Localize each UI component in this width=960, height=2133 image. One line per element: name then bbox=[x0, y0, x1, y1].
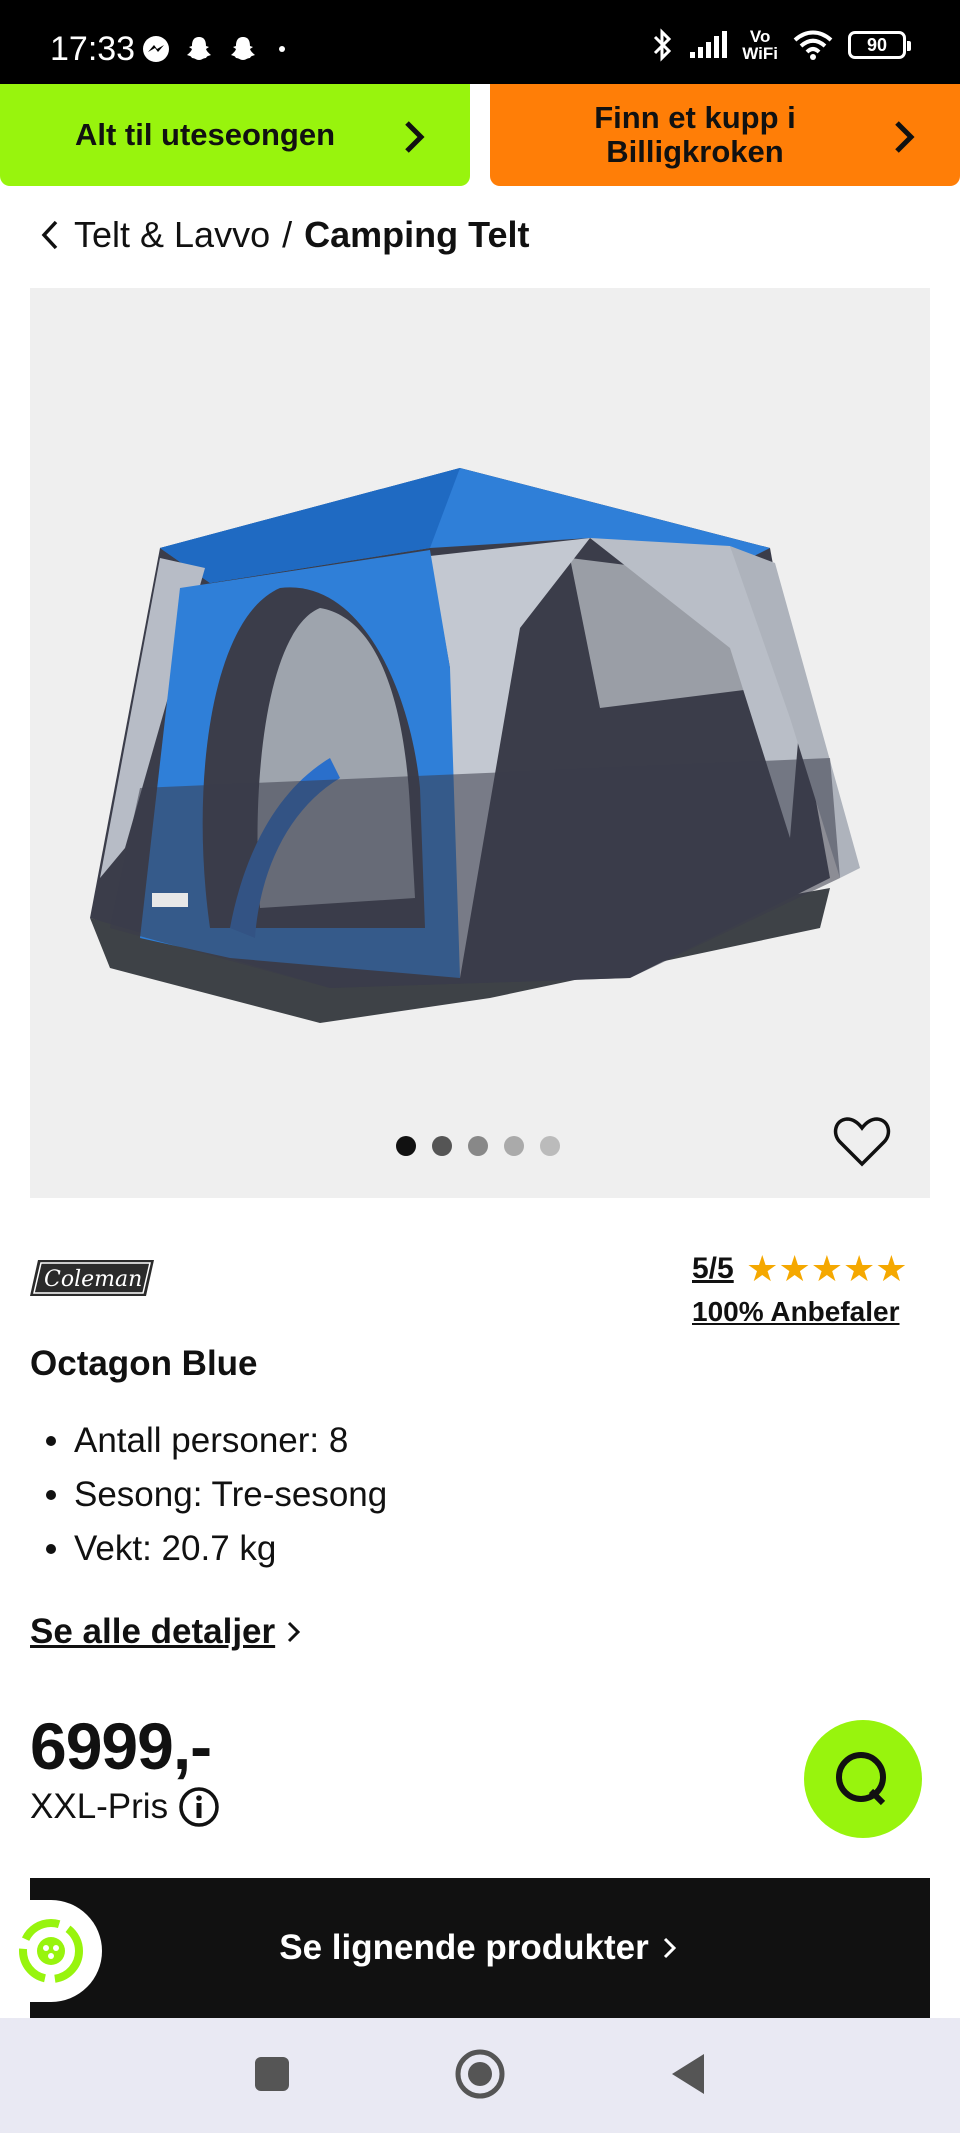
carousel-dot[interactable] bbox=[540, 1136, 560, 1156]
svg-text:Coleman: Coleman bbox=[44, 1267, 142, 1292]
breadcrumb-current: Camping Telt bbox=[304, 214, 530, 255]
vowifi-icon: Vo WiFi bbox=[742, 27, 778, 63]
notification-icons bbox=[142, 34, 292, 64]
product-price: 6999,- bbox=[30, 1709, 212, 1783]
carousel-dot[interactable] bbox=[396, 1136, 416, 1156]
tent-image bbox=[90, 468, 860, 1023]
see-all-details-link[interactable]: Se alle detaljer bbox=[30, 1612, 305, 1652]
chat-icon bbox=[836, 1752, 886, 1806]
similar-button-label: Se lignende produkter bbox=[279, 1928, 649, 1967]
home-icon[interactable] bbox=[454, 2048, 506, 2100]
carousel-dot[interactable] bbox=[504, 1136, 524, 1156]
chat-button[interactable] bbox=[804, 1720, 922, 1838]
system-icons: Vo WiFi 90 bbox=[650, 27, 911, 63]
see-similar-products-button[interactable]: Se lignende produkter bbox=[30, 1878, 930, 2018]
dot-icon bbox=[279, 46, 285, 52]
product-image-gallery[interactable] bbox=[30, 288, 930, 1198]
breadcrumb-separator: / bbox=[282, 214, 293, 255]
chevron-left-icon[interactable] bbox=[38, 218, 62, 252]
chevron-right-icon bbox=[288, 1621, 301, 1643]
snapchat-icon bbox=[187, 37, 211, 60]
promo-outdoor-season[interactable]: Alt til uteseongen bbox=[0, 84, 470, 186]
wifi-icon bbox=[793, 30, 833, 60]
promo-outdoor-label: Alt til uteseongen bbox=[74, 117, 336, 152]
spec-item: Sesong: Tre-sesong bbox=[30, 1468, 387, 1522]
system-nav-bar bbox=[0, 2018, 960, 2133]
product-title: Octagon Blue bbox=[30, 1344, 258, 1383]
recycle-icon bbox=[19, 1919, 83, 1983]
eco-badge[interactable] bbox=[0, 1900, 102, 2002]
promo-bargain-corner[interactable]: Finn et kupp i Billigkroken bbox=[490, 84, 960, 186]
carousel-dot[interactable] bbox=[432, 1136, 452, 1156]
chevron-right-icon bbox=[663, 1937, 676, 1959]
coleman-logo: Coleman bbox=[30, 1260, 154, 1296]
breadcrumb: Telt & Lavvo / Camping Telt bbox=[38, 214, 529, 256]
status-bar: 17:33 Vo WiFi 90 bbox=[0, 0, 960, 84]
product-rating[interactable]: 5/5 ★★★★★ 100% Anbefaler bbox=[692, 1248, 908, 1328]
chevron-right-icon bbox=[405, 121, 425, 153]
status-time: 17:33 bbox=[50, 30, 136, 68]
recommend-rate[interactable]: 100% Anbefaler bbox=[692, 1296, 908, 1328]
heart-icon[interactable] bbox=[832, 1114, 892, 1170]
snapchat-icon bbox=[231, 37, 255, 60]
rating-stars: ★★★★★ bbox=[746, 1248, 908, 1289]
back-icon[interactable] bbox=[668, 2052, 708, 2096]
recents-icon[interactable] bbox=[252, 2054, 292, 2094]
price-label: XXL-Pris bbox=[30, 1787, 169, 1826]
breadcrumb-parent[interactable]: Telt & Lavvo bbox=[74, 214, 270, 256]
product-specs: Antall personer: 8 Sesong: Tre-sesong Ve… bbox=[30, 1414, 387, 1576]
details-link-label: Se alle detaljer bbox=[30, 1612, 276, 1651]
info-icon[interactable] bbox=[178, 1786, 220, 1828]
rating-score: 5/5 bbox=[692, 1252, 734, 1285]
messenger-icon bbox=[143, 36, 169, 62]
promo-bargain-label: Finn et kupp i Billigkroken bbox=[594, 100, 796, 169]
spec-item: Antall personer: 8 bbox=[30, 1414, 387, 1468]
signal-icon bbox=[690, 31, 728, 58]
price-label-row: XXL-Pris bbox=[30, 1786, 220, 1828]
carousel-dots bbox=[396, 1136, 560, 1156]
bluetooth-icon bbox=[654, 28, 672, 62]
carousel-dot[interactable] bbox=[468, 1136, 488, 1156]
battery-icon: 90 bbox=[848, 31, 911, 59]
spec-item: Vekt: 20.7 kg bbox=[30, 1522, 387, 1576]
chevron-right-icon bbox=[895, 121, 915, 153]
